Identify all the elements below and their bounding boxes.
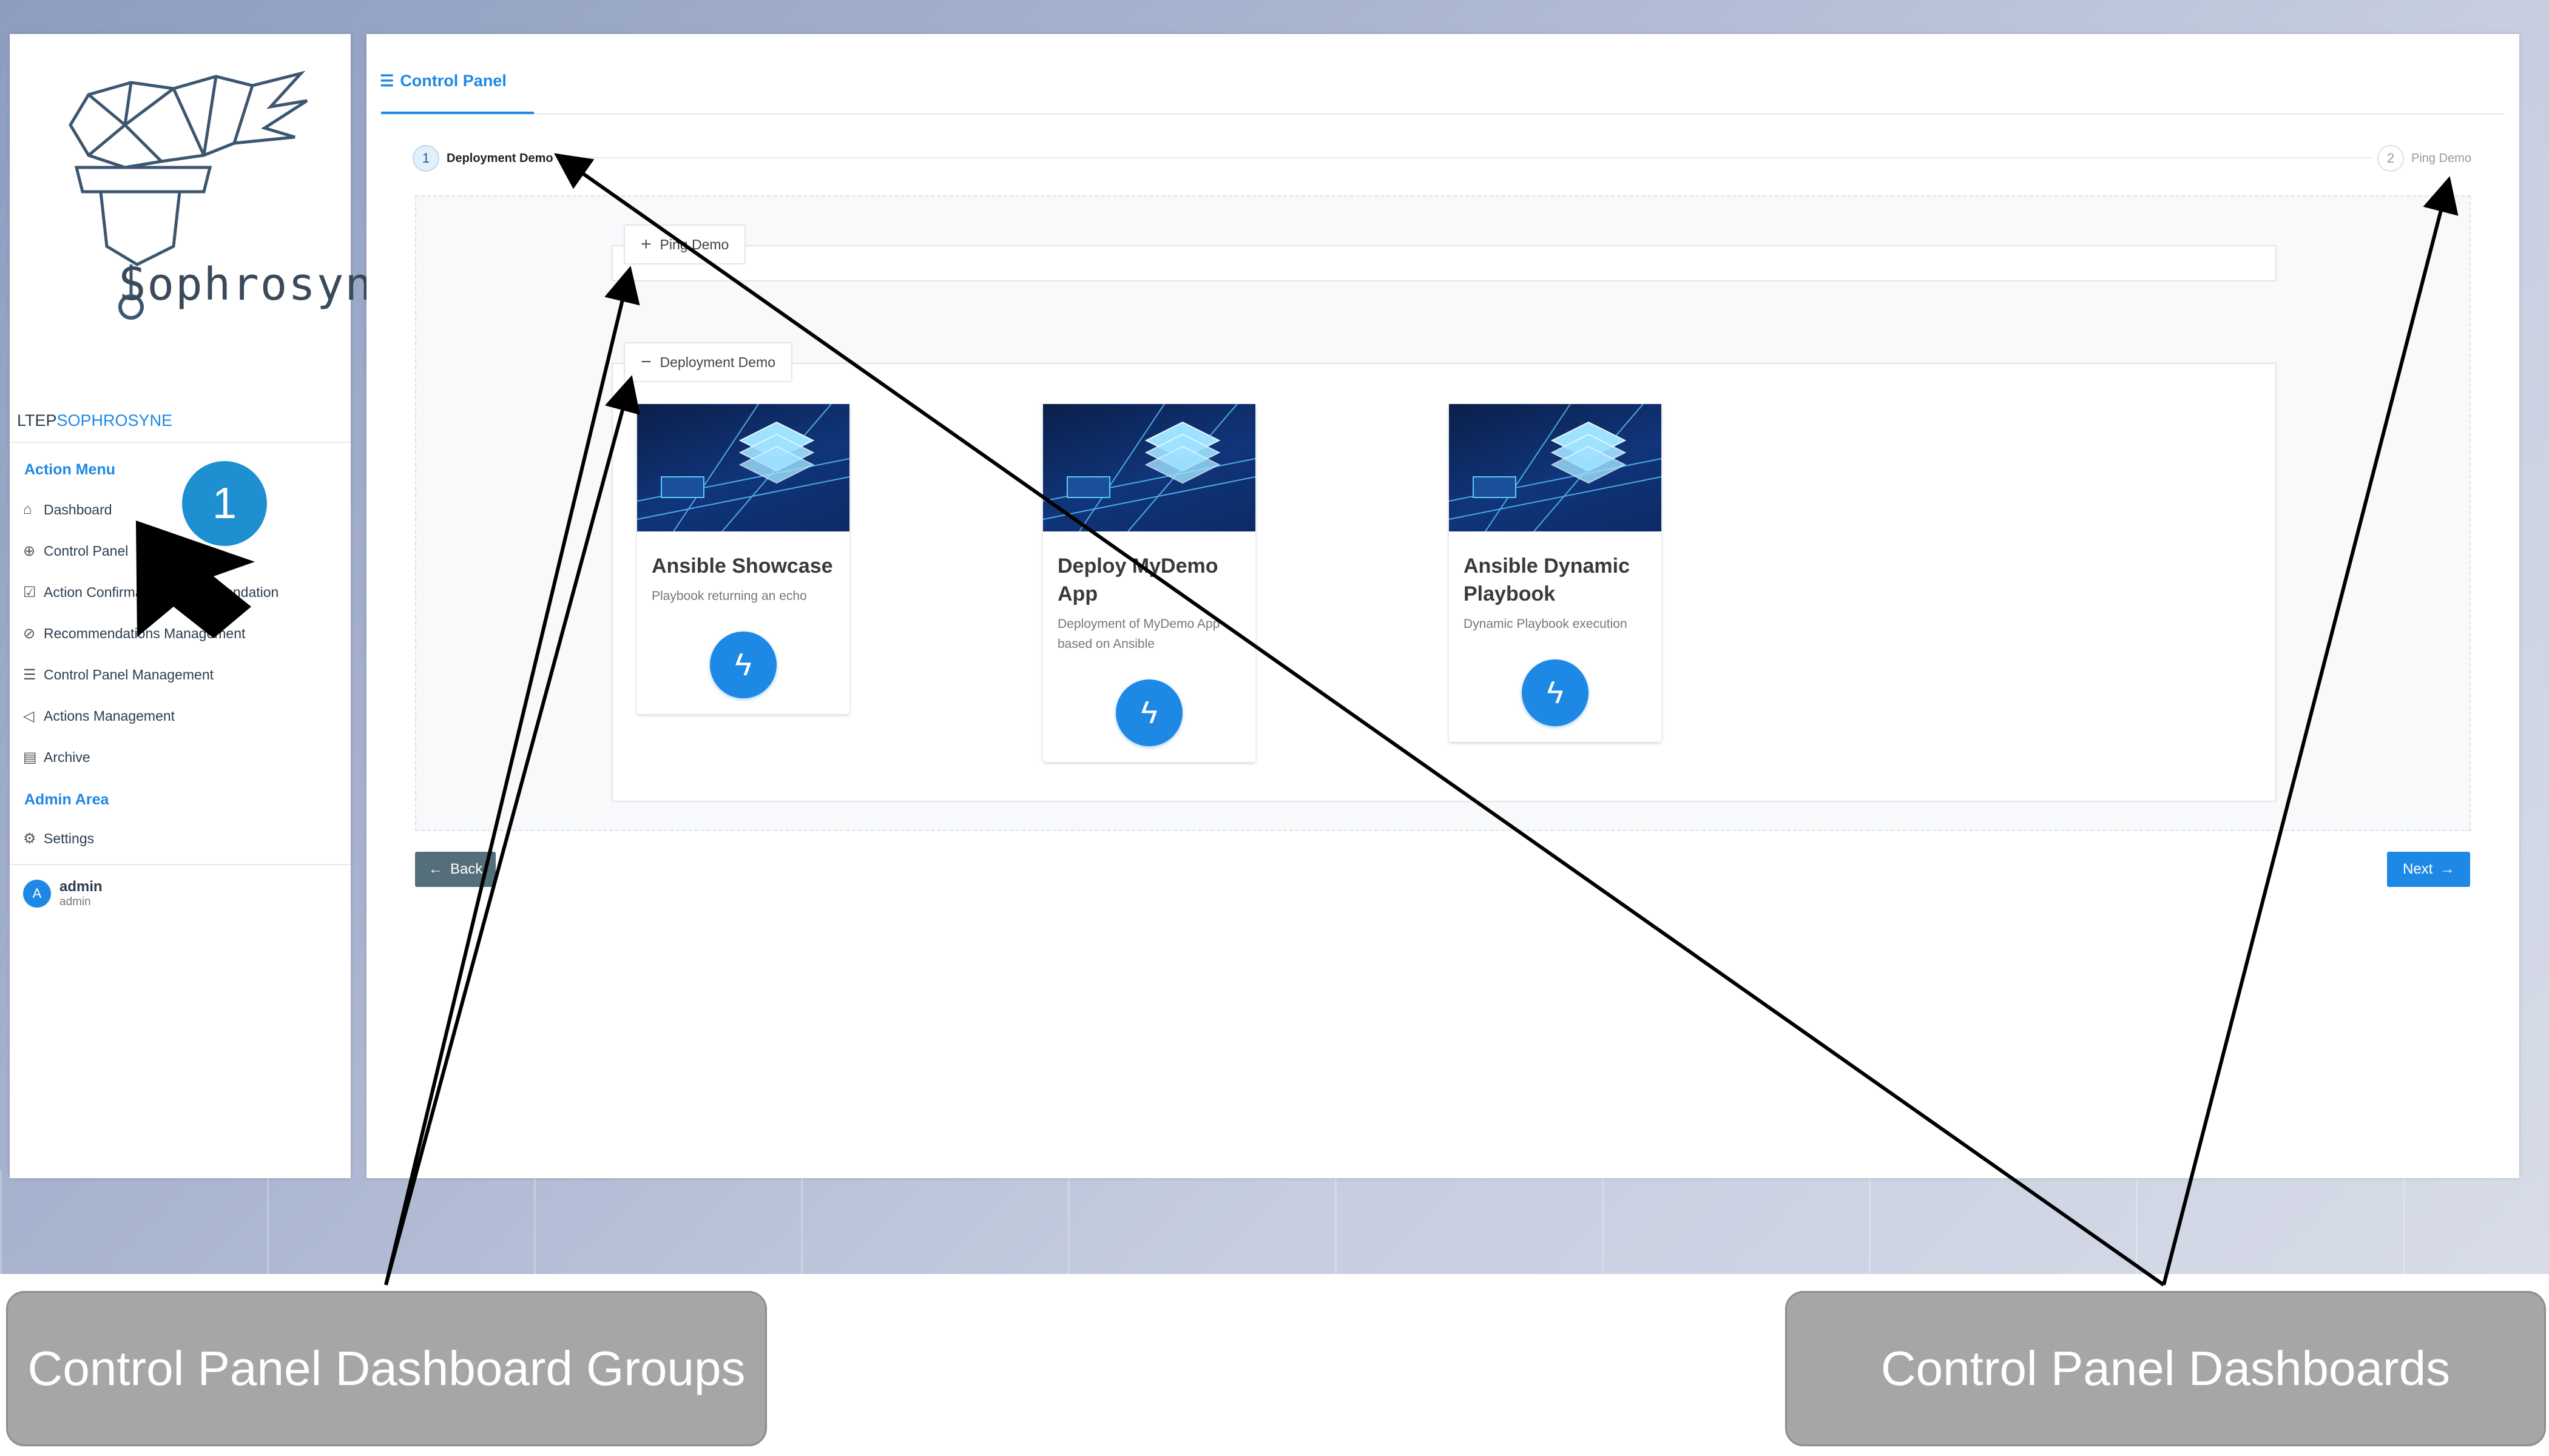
arrow-to-deployment-group — [384, 375, 640, 1286]
caption-dashboards: Control Panel Dashboards — [1785, 1291, 2546, 1446]
caption-dashboard-groups: Control Panel Dashboard Groups — [6, 1291, 767, 1446]
mouse-pointer-icon — [136, 521, 255, 638]
arrow-to-step-ping — [2162, 176, 2459, 1286]
arrow-to-step-deployment — [554, 153, 2165, 1287]
arrow-to-ping-group — [384, 266, 640, 1286]
annotation-arrows — [136, 153, 2459, 1287]
